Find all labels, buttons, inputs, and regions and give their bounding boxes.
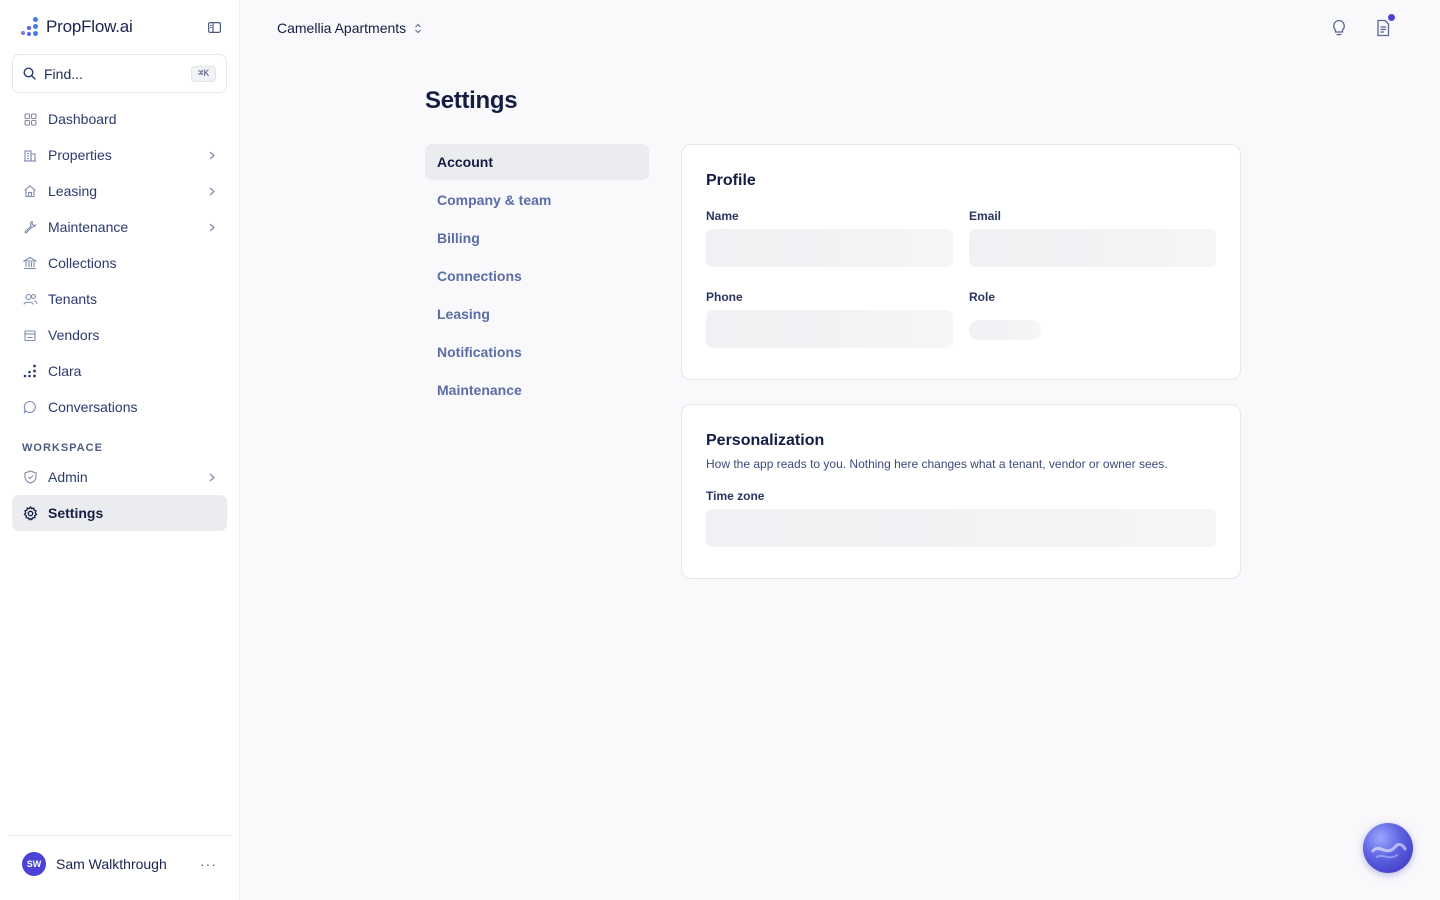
- workspace-section-label: WORKSPACE: [22, 442, 103, 454]
- main-nav: Dashboard Properties Leasing Maintenance…: [12, 101, 227, 531]
- store-icon: [22, 327, 38, 343]
- subnav-billing[interactable]: Billing: [425, 220, 649, 256]
- nav-item-label: Vendors: [48, 327, 100, 343]
- collapse-sidebar-button[interactable]: [207, 20, 222, 34]
- brand-name: PropFlow.ai: [46, 17, 133, 36]
- user-name: Sam Walkthrough: [56, 855, 167, 872]
- nav-item-label: Collections: [48, 255, 117, 271]
- nav-item-label: Leasing: [48, 183, 98, 199]
- notification-dot: [1388, 14, 1395, 21]
- notes-button[interactable]: [1371, 14, 1395, 40]
- subnav-company-team[interactable]: Company & team: [425, 182, 649, 218]
- search-shortcut-badge: ⌘K: [191, 65, 216, 82]
- nav-item-collections[interactable]: Collections: [12, 245, 227, 281]
- nav-item-dashboard[interactable]: Dashboard: [12, 101, 227, 137]
- nav-item-label: Clara: [48, 363, 82, 379]
- brand[interactable]: PropFlow.ai: [20, 16, 133, 38]
- nav-item-settings[interactable]: Settings: [12, 495, 227, 531]
- assistant-orb-icon: [1371, 842, 1407, 859]
- sparkle-dots-icon: [22, 363, 38, 379]
- property-name: Camellia Apartments: [277, 20, 407, 36]
- name-field-skeleton[interactable]: [706, 229, 953, 267]
- grid-icon: [22, 111, 38, 127]
- gear-icon: [22, 505, 38, 521]
- settings-subnav: Account Company & team Billing Connectio…: [425, 144, 649, 410]
- home-icon: [22, 183, 38, 199]
- phone-field-skeleton[interactable]: [706, 310, 953, 348]
- search-placeholder: Find...: [44, 65, 83, 82]
- users-icon: [22, 291, 38, 307]
- nav-item-label: Conversations: [48, 399, 138, 415]
- role-badge-skeleton: [969, 320, 1041, 340]
- chevron-right-icon: [207, 222, 217, 232]
- shield-icon: [22, 469, 38, 485]
- bank-icon: [22, 255, 38, 271]
- personalization-title: Personalization: [706, 432, 825, 449]
- building-icon: [22, 147, 38, 163]
- chevron-right-icon: [207, 472, 217, 482]
- wrench-icon: [22, 219, 38, 235]
- chevron-updown-icon: [415, 23, 422, 33]
- nav-item-properties[interactable]: Properties: [12, 137, 227, 173]
- nav-item-label: Dashboard: [48, 111, 117, 127]
- nav-item-label: Tenants: [48, 291, 98, 307]
- timezone-label: Time zone: [706, 489, 765, 503]
- sidebar-toggle-icon: [208, 21, 221, 33]
- propflow-logo-icon: [20, 16, 40, 38]
- profile-title: Profile: [706, 172, 756, 189]
- role-label: Role: [969, 290, 996, 304]
- more-options-icon[interactable]: ···: [200, 856, 217, 872]
- subnav-connections[interactable]: Connections: [425, 258, 649, 294]
- nav-item-maintenance[interactable]: Maintenance: [12, 209, 227, 245]
- property-switcher[interactable]: Camellia Apartments: [277, 17, 422, 39]
- chevron-right-icon: [207, 186, 217, 196]
- page-title: Settings: [425, 87, 518, 114]
- nav-item-label: Admin: [48, 469, 88, 485]
- user-menu[interactable]: SW Sam Walkthrough ···: [8, 835, 231, 891]
- sidebar: PropFlow.ai Find... ⌘K Dashboard Propert…: [0, 0, 240, 900]
- timezone-field-skeleton[interactable]: [706, 509, 1216, 547]
- profile-card: Profile Name Email Phone Role: [681, 144, 1241, 380]
- subnav-maintenance[interactable]: Maintenance: [425, 372, 649, 408]
- avatar: SW: [22, 851, 46, 876]
- nav-item-label: Settings: [48, 505, 104, 521]
- nav-item-label: Properties: [48, 147, 112, 163]
- email-label: Email: [969, 209, 1002, 223]
- nav-item-leasing[interactable]: Leasing: [12, 173, 227, 209]
- subnav-notifications[interactable]: Notifications: [425, 334, 649, 370]
- personalization-description: How the app reads to you. Nothing here c…: [706, 457, 1168, 471]
- main-content: Camellia Apartments Settings Account Com…: [240, 0, 1440, 900]
- lightbulb-icon: [1333, 19, 1345, 36]
- subnav-leasing[interactable]: Leasing: [425, 296, 649, 332]
- search-icon: [23, 67, 36, 80]
- nav-item-tenants[interactable]: Tenants: [12, 281, 227, 317]
- phone-label: Phone: [706, 290, 743, 304]
- chevron-right-icon: [207, 150, 217, 160]
- nav-item-vendors[interactable]: Vendors: [12, 317, 227, 353]
- ideas-button[interactable]: [1327, 16, 1351, 40]
- nav-item-admin[interactable]: Admin: [12, 459, 227, 495]
- assistant-orb-button[interactable]: [1363, 823, 1413, 873]
- search-input[interactable]: Find... ⌘K: [12, 54, 227, 93]
- nav-item-label: Maintenance: [48, 219, 129, 235]
- email-field-skeleton[interactable]: [969, 229, 1216, 267]
- chat-icon: [22, 399, 38, 415]
- name-label: Name: [706, 209, 739, 223]
- app-shell: PropFlow.ai Find... ⌘K Dashboard Propert…: [0, 0, 1440, 900]
- nav-item-clara[interactable]: Clara: [12, 353, 227, 389]
- personalization-card: Personalization How the app reads to you…: [681, 404, 1241, 579]
- document-icon: [1377, 19, 1390, 37]
- nav-item-conversations[interactable]: Conversations: [12, 389, 227, 425]
- subnav-account[interactable]: Account: [425, 144, 649, 180]
